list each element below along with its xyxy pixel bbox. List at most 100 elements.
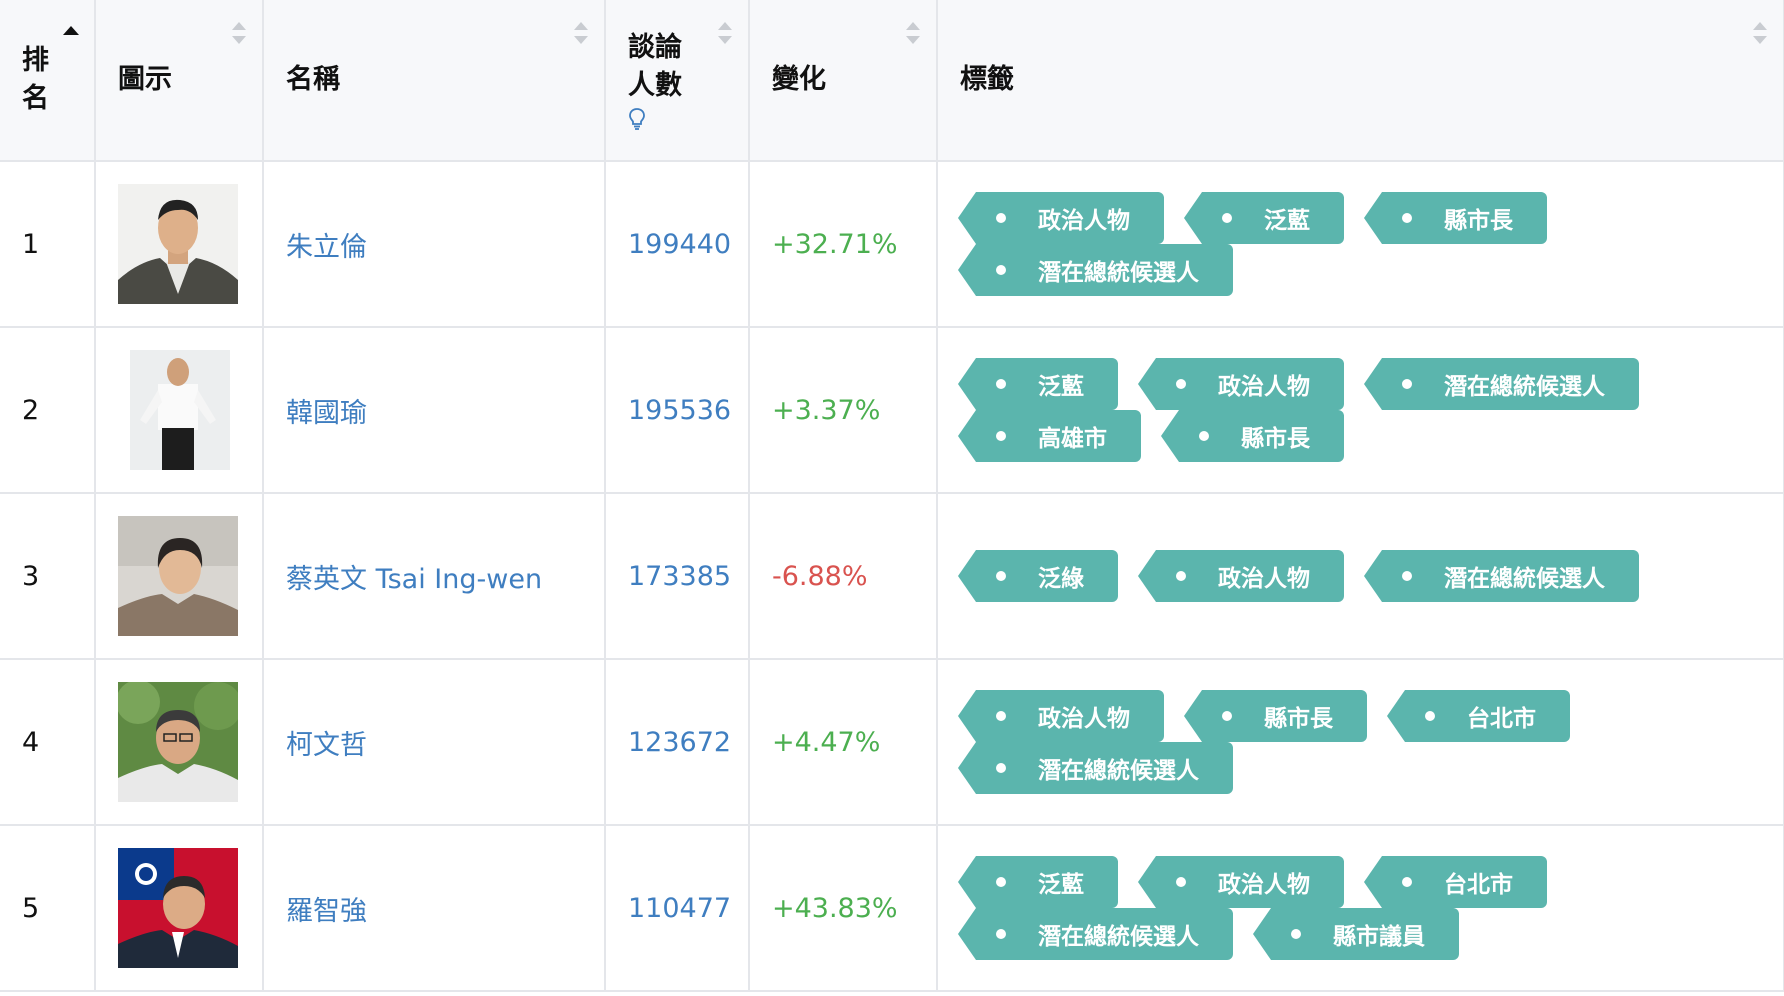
table-row: 4 柯文哲 123672 +4.47% 政治人物 縣市長 台北市 潛在總統候選人 — [0, 659, 1784, 826]
tag[interactable]: 潛在總統候選人 — [958, 908, 1233, 960]
tag-list: 泛藍 政治人物 台北市 潛在總統候選人 縣市議員 — [958, 856, 1778, 960]
name-cell: 柯文哲 — [263, 659, 606, 826]
tags-cell: 政治人物 泛藍 縣市長 潛在總統候選人 — [937, 161, 1784, 328]
person-name-link[interactable]: 蔡英文 Tsai Ing-wen — [286, 564, 542, 595]
count-cell: 123672 — [605, 659, 750, 826]
tag[interactable]: 政治人物 — [1138, 358, 1344, 410]
header-count[interactable]: 談論人數 — [605, 0, 750, 162]
tag-list: 泛藍 政治人物 潛在總統候選人 高雄市 縣市長 — [958, 358, 1778, 462]
rank-cell: 2 — [0, 327, 96, 494]
sort-both-icon[interactable] — [1753, 22, 1767, 44]
tag[interactable]: 潛在總統候選人 — [958, 244, 1233, 296]
discussion-count: 199440 — [628, 228, 732, 260]
header-icon[interactable]: 圖示 — [95, 0, 264, 162]
avatar[interactable] — [118, 516, 238, 636]
lightbulb-icon[interactable] — [628, 107, 646, 131]
tag[interactable]: 潛在總統候選人 — [1364, 550, 1639, 602]
header-change[interactable]: 變化 — [749, 0, 938, 162]
tag-label: 潛在總統候選人 — [1444, 566, 1605, 592]
tag[interactable]: 政治人物 — [958, 690, 1164, 742]
tag[interactable]: 潛在總統候選人 — [1364, 358, 1639, 410]
sort-ascending-icon[interactable] — [63, 26, 79, 35]
tag[interactable]: 台北市 — [1364, 856, 1547, 908]
sort-both-icon[interactable] — [574, 22, 588, 44]
tag[interactable]: 縣市長 — [1184, 690, 1367, 742]
tag-label: 潛在總統候選人 — [1038, 924, 1199, 950]
tag[interactable]: 高雄市 — [958, 410, 1141, 462]
count-cell: 199440 — [605, 161, 750, 328]
tag-label: 政治人物 — [1218, 566, 1310, 592]
change-cell: +43.83% — [749, 825, 938, 992]
tag[interactable]: 泛藍 — [958, 358, 1118, 410]
person-name-link[interactable]: 朱立倫 — [286, 232, 367, 263]
avatar[interactable] — [118, 848, 238, 968]
tag[interactable]: 縣市長 — [1161, 410, 1344, 462]
sort-both-icon[interactable] — [906, 22, 920, 44]
tag[interactable]: 泛綠 — [958, 550, 1118, 602]
tag-label: 高雄市 — [1038, 426, 1107, 452]
tag[interactable]: 潛在總統候選人 — [958, 742, 1233, 794]
change-cell: +3.37% — [749, 327, 938, 494]
header-rank-label: 排名 — [22, 45, 49, 114]
tag[interactable]: 政治人物 — [1138, 550, 1344, 602]
header-icon-label: 圖示 — [118, 64, 172, 95]
tag-dot-icon — [1402, 877, 1412, 887]
tag-label: 政治人物 — [1218, 374, 1310, 400]
tag-label: 縣市議員 — [1333, 924, 1425, 950]
table-header-row: 排名 圖示 名稱 談論人數 變化 標籤 — [0, 0, 1784, 162]
person-name-link[interactable]: 韓國瑜 — [286, 398, 367, 429]
discussion-count: 173385 — [628, 560, 732, 592]
header-tags[interactable]: 標籤 — [937, 0, 1784, 162]
ranking-table: 排名 圖示 名稱 談論人數 變化 標籤 1 朱立倫 199440 +32.71%… — [0, 0, 1784, 992]
rank-cell: 5 — [0, 825, 96, 992]
tag-label: 台北市 — [1444, 872, 1513, 898]
tags-cell: 政治人物 縣市長 台北市 潛在總統候選人 — [937, 659, 1784, 826]
tag-label: 政治人物 — [1218, 872, 1310, 898]
tag[interactable]: 泛藍 — [958, 856, 1118, 908]
change-cell: +4.47% — [749, 659, 938, 826]
tag[interactable]: 泛藍 — [1184, 192, 1344, 244]
table-row: 1 朱立倫 199440 +32.71% 政治人物 泛藍 縣市長 潛在總統候選人 — [0, 161, 1784, 328]
change-cell: -6.88% — [749, 493, 938, 660]
avatar[interactable] — [118, 682, 238, 802]
avatar[interactable] — [118, 350, 238, 470]
table-row: 5 羅智強 110477 +43.83% 泛藍 政治人物 台北市 潛在總統候選人… — [0, 825, 1784, 992]
person-name-link[interactable]: 柯文哲 — [286, 730, 367, 761]
tag-label: 政治人物 — [1038, 706, 1130, 732]
header-rank[interactable]: 排名 — [0, 0, 96, 162]
tag-label: 政治人物 — [1038, 208, 1130, 234]
tag-label: 縣市長 — [1241, 426, 1310, 452]
tags-cell: 泛藍 政治人物 潛在總統候選人 高雄市 縣市長 — [937, 327, 1784, 494]
tag-label: 泛綠 — [1038, 566, 1084, 592]
tags-cell: 泛藍 政治人物 台北市 潛在總統候選人 縣市議員 — [937, 825, 1784, 992]
tag-list: 泛綠 政治人物 潛在總統候選人 — [958, 550, 1778, 602]
header-count-label: 談論人數 — [628, 32, 682, 101]
tag-dot-icon — [996, 213, 1006, 223]
name-cell: 蔡英文 Tsai Ing-wen — [263, 493, 606, 660]
tag-dot-icon — [996, 711, 1006, 721]
tag[interactable]: 政治人物 — [1138, 856, 1344, 908]
person-name-link[interactable]: 羅智強 — [286, 896, 367, 927]
tag-label: 縣市長 — [1264, 706, 1333, 732]
tag-dot-icon — [996, 379, 1006, 389]
tag-dot-icon — [1199, 431, 1209, 441]
discussion-count: 195536 — [628, 394, 732, 426]
tag-dot-icon — [1402, 213, 1412, 223]
tag-label: 泛藍 — [1038, 872, 1084, 898]
sort-both-icon[interactable] — [718, 22, 732, 44]
avatar[interactable] — [118, 184, 238, 304]
tag-dot-icon — [996, 265, 1006, 275]
tag[interactable]: 政治人物 — [958, 192, 1164, 244]
name-cell: 韓國瑜 — [263, 327, 606, 494]
tag-label: 泛藍 — [1264, 208, 1310, 234]
tag-dot-icon — [996, 763, 1006, 773]
name-cell: 羅智強 — [263, 825, 606, 992]
header-name[interactable]: 名稱 — [263, 0, 606, 162]
name-cell: 朱立倫 — [263, 161, 606, 328]
header-tags-label: 標籤 — [960, 64, 1014, 95]
change-value: +43.83% — [772, 892, 898, 924]
sort-both-icon[interactable] — [232, 22, 246, 44]
tag[interactable]: 台北市 — [1387, 690, 1570, 742]
tag[interactable]: 縣市議員 — [1253, 908, 1459, 960]
tag[interactable]: 縣市長 — [1364, 192, 1547, 244]
